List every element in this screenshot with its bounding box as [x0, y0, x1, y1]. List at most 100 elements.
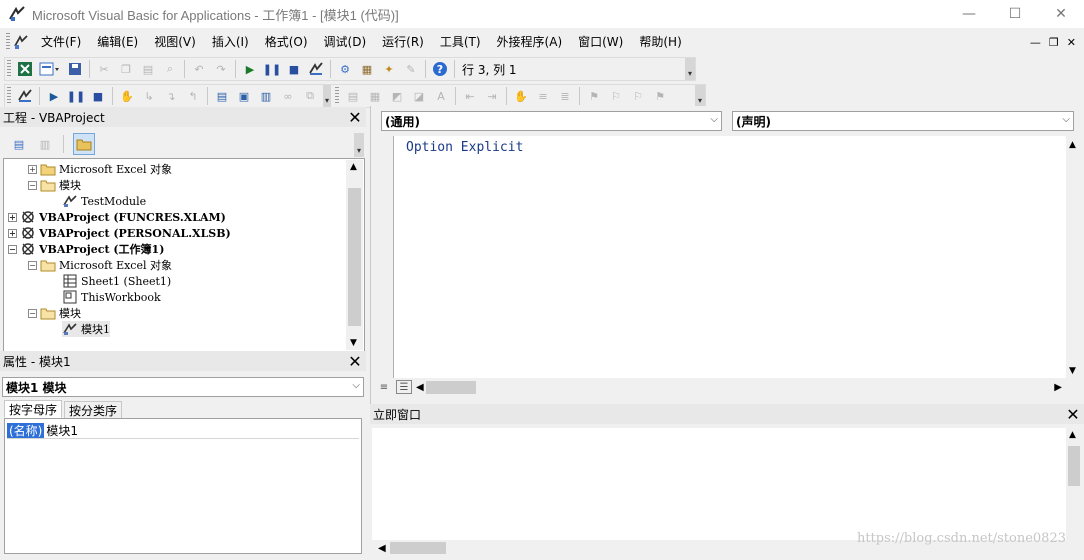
- watch-window-icon[interactable]: ▥: [257, 87, 275, 105]
- view-object-icon[interactable]: ▥: [36, 135, 54, 153]
- paste-icon[interactable]: ▤: [139, 60, 157, 78]
- reset-icon[interactable]: ■: [285, 60, 303, 78]
- tree-item-excel-objects-1[interactable]: + Microsoft Excel 对象: [28, 161, 172, 177]
- menu-window[interactable]: 窗口(W): [570, 30, 631, 54]
- full-module-view-icon[interactable]: ☰: [396, 380, 412, 394]
- minimize-button[interactable]: —: [946, 0, 992, 28]
- undo-icon[interactable]: ↶: [190, 60, 208, 78]
- scroll-down-arrow-icon[interactable]: ▼: [350, 338, 357, 348]
- scrollbar-thumb[interactable]: [348, 188, 361, 326]
- previous-bookmark-icon[interactable]: ⚐: [629, 87, 647, 105]
- mdi-restore-button[interactable]: ❐: [1049, 36, 1059, 49]
- tree-expander[interactable]: +: [28, 164, 37, 174]
- tree-expander[interactable]: +: [8, 228, 17, 238]
- locals-window-icon[interactable]: ▤: [213, 87, 231, 105]
- toolbar-grip[interactable]: [7, 60, 11, 78]
- menu-edit[interactable]: 编辑(E): [89, 30, 146, 54]
- code-text[interactable]: Option Explicit: [406, 140, 523, 155]
- toolbox-icon[interactable]: ✎: [402, 60, 420, 78]
- scroll-left-arrow-icon[interactable]: ◀: [416, 382, 424, 393]
- scroll-up-arrow-icon[interactable]: ▲: [350, 162, 357, 172]
- scroll-right-arrow-icon[interactable]: ▶: [1054, 382, 1062, 393]
- menu-tools[interactable]: 工具(T): [432, 30, 489, 54]
- scroll-up-arrow-icon[interactable]: ▲: [1069, 430, 1076, 440]
- tree-item-vbaproject-personal[interactable]: + VBAProject (PERSONAL.XLSB): [8, 225, 231, 241]
- toggle-breakpoint-icon[interactable]: ✋: [512, 87, 530, 105]
- property-value[interactable]: 模块1: [46, 422, 78, 439]
- run-icon[interactable]: ▶: [241, 60, 259, 78]
- menu-view[interactable]: 视图(V): [146, 30, 204, 54]
- uncomment-block-icon[interactable]: ≣: [556, 87, 574, 105]
- toolbar-grip[interactable]: [335, 87, 339, 105]
- mdi-close-button[interactable]: ✕: [1067, 36, 1076, 49]
- scrollbar-thumb[interactable]: [426, 381, 476, 394]
- comment-block-icon[interactable]: ≡: [534, 87, 552, 105]
- quick-info-icon[interactable]: ◩: [388, 87, 406, 105]
- project-explorer-icon[interactable]: ⚙: [336, 60, 354, 78]
- vba-menu-icon[interactable]: [13, 34, 29, 50]
- tree-expander[interactable]: −: [28, 308, 37, 318]
- tab-categorized[interactable]: 按分类序: [64, 401, 123, 419]
- step-into-icon[interactable]: ↳: [140, 87, 158, 105]
- toolbar-options-chevron[interactable]: ▾: [695, 85, 705, 107]
- procedure-dropdown[interactable]: (声明) ⌵: [732, 111, 1074, 131]
- toggle-breakpoint-icon[interactable]: ✋: [118, 87, 136, 105]
- design-mode-icon[interactable]: [16, 87, 34, 105]
- procedure-view-icon[interactable]: ≡: [376, 380, 392, 394]
- tree-item-vbaproject-workbook1[interactable]: − VBAProject (工作簿1): [8, 241, 164, 257]
- menu-file[interactable]: 文件(F): [33, 30, 89, 54]
- menu-help[interactable]: 帮助(H): [631, 30, 689, 54]
- tree-item-vbaproject-funcres[interactable]: + VBAProject (FUNCRES.XLAM): [8, 209, 226, 225]
- property-row-name[interactable]: (名称) 模块1: [7, 423, 359, 439]
- outdent-icon[interactable]: ⇤: [461, 87, 479, 105]
- menu-debug[interactable]: 调试(D): [316, 30, 375, 54]
- immediate-editor[interactable]: [372, 428, 1066, 540]
- scroll-left-arrow-icon[interactable]: ◀: [378, 543, 386, 554]
- immediate-pane-close-icon[interactable]: ✕: [1064, 405, 1082, 424]
- code-editor[interactable]: Option Explicit: [372, 136, 1066, 378]
- properties-pane-close-icon[interactable]: ✕: [346, 352, 364, 371]
- object-browser-icon[interactable]: ✦: [380, 60, 398, 78]
- quick-watch-icon[interactable]: ∞: [279, 87, 297, 105]
- menu-grip[interactable]: [6, 33, 10, 51]
- properties-object-select[interactable]: 模块1 模块 ⌵: [2, 377, 364, 397]
- excel-view-icon[interactable]: [16, 60, 34, 78]
- toolbar-options-chevron[interactable]: ▾: [354, 133, 364, 157]
- code-vertical-scrollbar[interactable]: ▲ ▼: [1066, 138, 1082, 378]
- list-properties-icon[interactable]: ▤: [344, 87, 362, 105]
- redo-icon[interactable]: ↷: [212, 60, 230, 78]
- view-code-icon[interactable]: ▤: [10, 135, 28, 153]
- scroll-up-arrow-icon[interactable]: ▲: [1069, 140, 1076, 150]
- parameter-info-icon[interactable]: ◪: [410, 87, 428, 105]
- break-icon[interactable]: ❚❚: [263, 60, 281, 78]
- cut-icon[interactable]: ✂: [95, 60, 113, 78]
- code-horizontal-scrollbar[interactable]: ≡ ☰ ◀ ▶: [374, 378, 1066, 396]
- tree-item-testmodule[interactable]: TestModule: [62, 193, 146, 209]
- call-stack-icon[interactable]: ⧉: [301, 87, 319, 105]
- tree-item-module1[interactable]: 模块1: [62, 321, 110, 337]
- step-over-icon[interactable]: ↴: [162, 87, 180, 105]
- menu-addins[interactable]: 外接程序(A): [489, 30, 571, 54]
- insert-userform-icon[interactable]: [38, 60, 62, 78]
- close-window-button[interactable]: ✕: [1038, 0, 1084, 28]
- tab-alphabetic[interactable]: 按字母序: [4, 400, 63, 418]
- next-bookmark-icon[interactable]: ⚐: [607, 87, 625, 105]
- find-icon[interactable]: ⌕: [161, 60, 179, 78]
- toggle-bookmark-icon[interactable]: ⚑: [585, 87, 603, 105]
- project-pane-close-icon[interactable]: ✕: [346, 108, 364, 127]
- tree-item-modules-2[interactable]: − 模块: [28, 305, 81, 321]
- toolbar-options-chevron[interactable]: ▾: [685, 58, 695, 80]
- menu-format[interactable]: 格式(O): [257, 30, 316, 54]
- tree-item-thisworkbook[interactable]: ThisWorkbook: [62, 289, 161, 305]
- tree-item-modules-1[interactable]: − 模块: [28, 177, 81, 193]
- toggle-folders-icon[interactable]: [73, 133, 95, 155]
- scroll-down-arrow-icon[interactable]: ▼: [1069, 366, 1076, 376]
- menu-insert[interactable]: 插入(I): [204, 30, 257, 54]
- reset-icon[interactable]: ■: [89, 87, 107, 105]
- tree-expander[interactable]: −: [28, 180, 37, 190]
- tree-expander[interactable]: +: [8, 212, 17, 222]
- menu-run[interactable]: 运行(R): [374, 30, 432, 54]
- step-out-icon[interactable]: ↰: [184, 87, 202, 105]
- complete-word-icon[interactable]: A: [432, 87, 450, 105]
- list-constants-icon[interactable]: ▦: [366, 87, 384, 105]
